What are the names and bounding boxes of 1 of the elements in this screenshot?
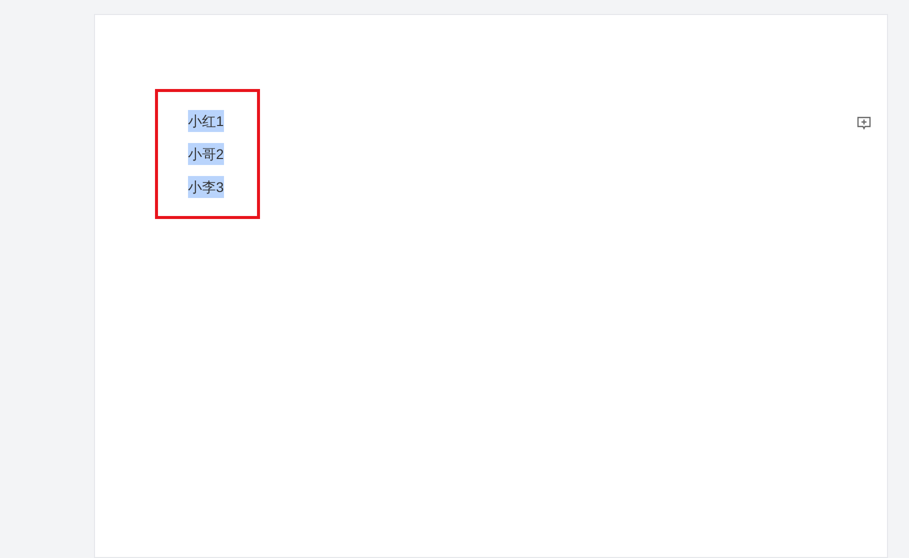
add-comment-icon[interactable]: [856, 115, 872, 131]
